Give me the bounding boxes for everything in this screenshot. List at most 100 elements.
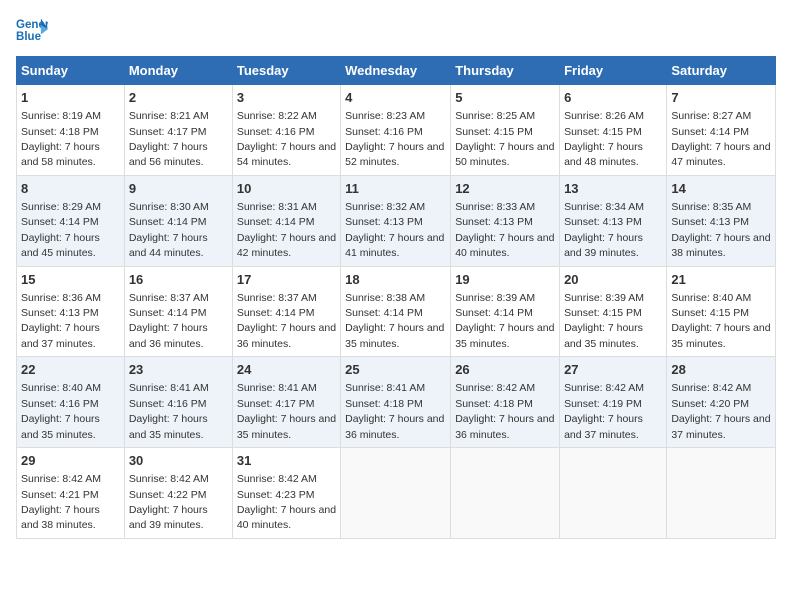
weekday-header-tuesday: Tuesday [232,57,340,85]
day-info: Sunrise: 8:38 AMSunset: 4:14 PMDaylight:… [345,292,444,350]
day-info: Sunrise: 8:23 AMSunset: 4:16 PMDaylight:… [345,110,444,168]
day-info: Sunrise: 8:25 AMSunset: 4:15 PMDaylight:… [455,110,554,168]
day-number: 20 [564,271,662,289]
day-info: Sunrise: 8:31 AMSunset: 4:14 PMDaylight:… [237,201,336,259]
day-number: 8 [21,180,120,198]
calendar-day-cell: 9 Sunrise: 8:30 AMSunset: 4:14 PMDayligh… [124,175,232,266]
day-number: 19 [455,271,555,289]
day-number: 1 [21,89,120,107]
day-info: Sunrise: 8:30 AMSunset: 4:14 PMDaylight:… [129,201,209,259]
day-number: 15 [21,271,120,289]
calendar-day-cell: 21 Sunrise: 8:40 AMSunset: 4:15 PMDaylig… [667,266,776,357]
calendar-week-row: 1 Sunrise: 8:19 AMSunset: 4:18 PMDayligh… [17,85,776,176]
day-number: 14 [671,180,771,198]
page-header: General Blue [16,16,776,44]
day-number: 18 [345,271,446,289]
day-info: Sunrise: 8:40 AMSunset: 4:15 PMDaylight:… [671,292,770,350]
day-info: Sunrise: 8:36 AMSunset: 4:13 PMDaylight:… [21,292,101,350]
calendar-week-row: 8 Sunrise: 8:29 AMSunset: 4:14 PMDayligh… [17,175,776,266]
calendar-day-cell: 30 Sunrise: 8:42 AMSunset: 4:22 PMDaylig… [124,448,232,539]
day-number: 31 [237,452,336,470]
calendar-day-cell: 2 Sunrise: 8:21 AMSunset: 4:17 PMDayligh… [124,85,232,176]
day-number: 28 [671,361,771,379]
calendar-day-cell: 18 Sunrise: 8:38 AMSunset: 4:14 PMDaylig… [341,266,451,357]
day-number: 24 [237,361,336,379]
calendar-day-cell [451,448,560,539]
calendar-day-cell: 20 Sunrise: 8:39 AMSunset: 4:15 PMDaylig… [560,266,667,357]
calendar-table: SundayMondayTuesdayWednesdayThursdayFrid… [16,56,776,539]
day-info: Sunrise: 8:42 AMSunset: 4:23 PMDaylight:… [237,473,336,531]
calendar-day-cell: 27 Sunrise: 8:42 AMSunset: 4:19 PMDaylig… [560,357,667,448]
day-number: 21 [671,271,771,289]
calendar-day-cell: 28 Sunrise: 8:42 AMSunset: 4:20 PMDaylig… [667,357,776,448]
calendar-day-cell: 29 Sunrise: 8:42 AMSunset: 4:21 PMDaylig… [17,448,125,539]
calendar-day-cell: 6 Sunrise: 8:26 AMSunset: 4:15 PMDayligh… [560,85,667,176]
calendar-day-cell [341,448,451,539]
calendar-day-cell [560,448,667,539]
weekday-header-row: SundayMondayTuesdayWednesdayThursdayFrid… [17,57,776,85]
calendar-day-cell: 25 Sunrise: 8:41 AMSunset: 4:18 PMDaylig… [341,357,451,448]
calendar-day-cell: 14 Sunrise: 8:35 AMSunset: 4:13 PMDaylig… [667,175,776,266]
day-info: Sunrise: 8:33 AMSunset: 4:13 PMDaylight:… [455,201,554,259]
day-number: 9 [129,180,228,198]
calendar-day-cell: 7 Sunrise: 8:27 AMSunset: 4:14 PMDayligh… [667,85,776,176]
calendar-day-cell: 5 Sunrise: 8:25 AMSunset: 4:15 PMDayligh… [451,85,560,176]
day-info: Sunrise: 8:40 AMSunset: 4:16 PMDaylight:… [21,382,101,440]
svg-text:Blue: Blue [16,31,42,43]
day-number: 12 [455,180,555,198]
calendar-day-cell: 8 Sunrise: 8:29 AMSunset: 4:14 PMDayligh… [17,175,125,266]
day-number: 2 [129,89,228,107]
day-number: 30 [129,452,228,470]
calendar-day-cell: 17 Sunrise: 8:37 AMSunset: 4:14 PMDaylig… [232,266,340,357]
day-number: 23 [129,361,228,379]
day-number: 10 [237,180,336,198]
day-info: Sunrise: 8:39 AMSunset: 4:15 PMDaylight:… [564,292,644,350]
weekday-header-thursday: Thursday [451,57,560,85]
day-number: 27 [564,361,662,379]
day-info: Sunrise: 8:37 AMSunset: 4:14 PMDaylight:… [129,292,209,350]
logo-icon: General Blue [16,16,48,44]
day-number: 11 [345,180,446,198]
day-info: Sunrise: 8:21 AMSunset: 4:17 PMDaylight:… [129,110,209,168]
weekday-header-sunday: Sunday [17,57,125,85]
calendar-day-cell: 31 Sunrise: 8:42 AMSunset: 4:23 PMDaylig… [232,448,340,539]
day-number: 7 [671,89,771,107]
calendar-day-cell: 4 Sunrise: 8:23 AMSunset: 4:16 PMDayligh… [341,85,451,176]
day-info: Sunrise: 8:22 AMSunset: 4:16 PMDaylight:… [237,110,336,168]
calendar-week-row: 29 Sunrise: 8:42 AMSunset: 4:21 PMDaylig… [17,448,776,539]
weekday-header-friday: Friday [560,57,667,85]
day-number: 16 [129,271,228,289]
logo: General Blue [16,16,52,44]
calendar-week-row: 15 Sunrise: 8:36 AMSunset: 4:13 PMDaylig… [17,266,776,357]
calendar-week-row: 22 Sunrise: 8:40 AMSunset: 4:16 PMDaylig… [17,357,776,448]
day-number: 17 [237,271,336,289]
day-number: 26 [455,361,555,379]
calendar-day-cell: 15 Sunrise: 8:36 AMSunset: 4:13 PMDaylig… [17,266,125,357]
day-info: Sunrise: 8:41 AMSunset: 4:18 PMDaylight:… [345,382,444,440]
day-number: 5 [455,89,555,107]
day-number: 3 [237,89,336,107]
day-info: Sunrise: 8:26 AMSunset: 4:15 PMDaylight:… [564,110,644,168]
calendar-day-cell: 26 Sunrise: 8:42 AMSunset: 4:18 PMDaylig… [451,357,560,448]
day-info: Sunrise: 8:41 AMSunset: 4:16 PMDaylight:… [129,382,209,440]
calendar-day-cell: 22 Sunrise: 8:40 AMSunset: 4:16 PMDaylig… [17,357,125,448]
day-number: 25 [345,361,446,379]
calendar-day-cell: 12 Sunrise: 8:33 AMSunset: 4:13 PMDaylig… [451,175,560,266]
day-number: 22 [21,361,120,379]
calendar-day-cell: 11 Sunrise: 8:32 AMSunset: 4:13 PMDaylig… [341,175,451,266]
day-info: Sunrise: 8:29 AMSunset: 4:14 PMDaylight:… [21,201,101,259]
day-info: Sunrise: 8:42 AMSunset: 4:18 PMDaylight:… [455,382,554,440]
day-info: Sunrise: 8:37 AMSunset: 4:14 PMDaylight:… [237,292,336,350]
calendar-day-cell [667,448,776,539]
calendar-day-cell: 1 Sunrise: 8:19 AMSunset: 4:18 PMDayligh… [17,85,125,176]
calendar-day-cell: 16 Sunrise: 8:37 AMSunset: 4:14 PMDaylig… [124,266,232,357]
weekday-header-saturday: Saturday [667,57,776,85]
calendar-day-cell: 13 Sunrise: 8:34 AMSunset: 4:13 PMDaylig… [560,175,667,266]
calendar-day-cell: 24 Sunrise: 8:41 AMSunset: 4:17 PMDaylig… [232,357,340,448]
calendar-day-cell: 3 Sunrise: 8:22 AMSunset: 4:16 PMDayligh… [232,85,340,176]
day-info: Sunrise: 8:39 AMSunset: 4:14 PMDaylight:… [455,292,554,350]
day-number: 6 [564,89,662,107]
day-info: Sunrise: 8:42 AMSunset: 4:21 PMDaylight:… [21,473,101,531]
day-info: Sunrise: 8:42 AMSunset: 4:19 PMDaylight:… [564,382,644,440]
calendar-day-cell: 19 Sunrise: 8:39 AMSunset: 4:14 PMDaylig… [451,266,560,357]
